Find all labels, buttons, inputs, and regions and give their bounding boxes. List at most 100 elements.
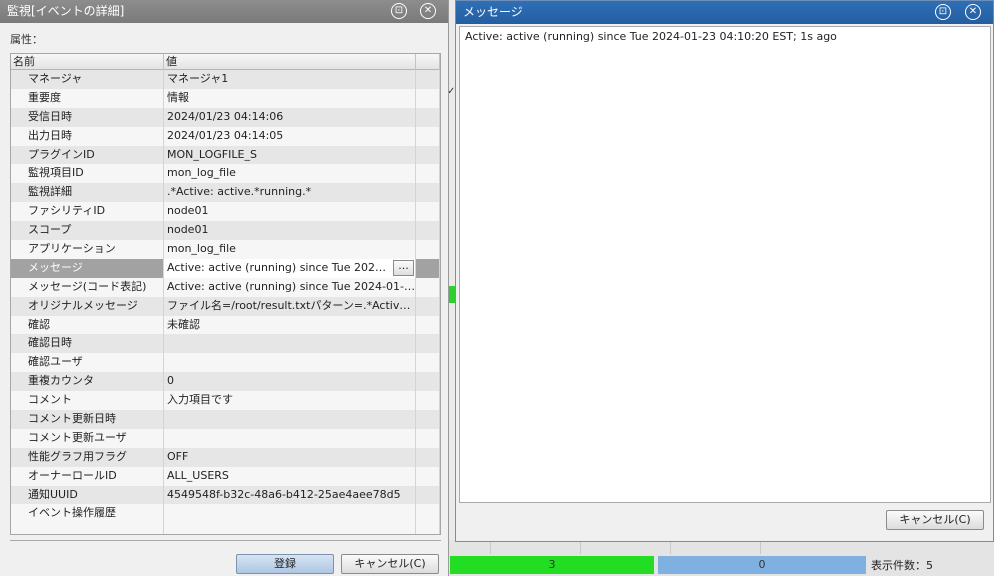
attribute-value-text: .*Active: active.*running.*: [167, 185, 312, 199]
attribute-value-text: mon_log_file: [167, 242, 236, 256]
filler-cell: [416, 372, 440, 392]
table-row[interactable]: 重複カウンタ 0: [11, 372, 440, 392]
attribute-name: コメント: [11, 391, 164, 411]
attribute-value: .*Active: active.*running.*: [164, 183, 416, 203]
filler-cell: [416, 258, 440, 278]
table-body: マネージャ マネージャ1 重要度 情報 受信日時 2024/01/23 04:14:06 出…: [11, 70, 440, 534]
attribute-value-text: MON_LOGFILE_S: [167, 147, 257, 161]
filler-cell: [416, 315, 440, 335]
open-message-button[interactable]: ...: [393, 259, 414, 276]
table-row[interactable]: 性能グラフ用フラグ OFF: [11, 447, 440, 467]
attribute-name: 通知UUID: [11, 485, 164, 505]
filler-cell: [416, 277, 440, 297]
message-title: メッセージ: [463, 5, 523, 19]
attribute-value-text: Active: active (running) since Tue 2024-…: [167, 260, 416, 274]
table-row[interactable]: 監視詳細 .*Active: active.*running.*: [11, 183, 440, 203]
maximize-icon[interactable]: ⊡: [391, 3, 407, 19]
close-icon[interactable]: ✕: [420, 3, 436, 19]
attribute-name: 監視項目ID: [11, 164, 164, 184]
table-row[interactable]: イベント操作履歴: [11, 504, 440, 534]
column-header-name[interactable]: 名前: [11, 54, 164, 70]
table-row[interactable]: オーナーロールID ALL_USERS: [11, 466, 440, 486]
table-row[interactable]: 受信日時 2024/01/23 04:14:06: [11, 107, 440, 127]
table-row[interactable]: マネージャ マネージャ1: [11, 70, 440, 89]
table-row[interactable]: コメント更新ユーザ: [11, 428, 440, 448]
attribute-value: mon_log_file: [164, 164, 416, 184]
column-header-value[interactable]: 値: [164, 54, 416, 70]
filler-cell: [416, 145, 440, 165]
attribute-value: OFF: [164, 447, 416, 467]
column-header-filler: [416, 54, 440, 70]
table-row[interactable]: プラグインID MON_LOGFILE_S: [11, 145, 440, 165]
attribute-name: 監視詳細: [11, 183, 164, 203]
table-row[interactable]: 確認 未確認: [11, 315, 440, 335]
attribute-value-text: Active: active (running) since Tue 2024-…: [167, 279, 416, 293]
register-button[interactable]: 登録: [236, 554, 334, 574]
attribute-name: 重複カウンタ: [11, 372, 164, 392]
message-cancel-button[interactable]: キャンセル(C): [886, 510, 984, 530]
attribute-value: Active: active (running) since Tue 2024-…: [164, 277, 416, 297]
attribute-value: mon_log_file: [164, 240, 416, 259]
table-row[interactable]: コメント 入力項目です: [11, 391, 440, 411]
table-row[interactable]: 重要度 情報: [11, 88, 440, 108]
attribute-value-text: ファイル名=/root/result.txtパターン=.*Active: act…: [167, 298, 415, 312]
attribute-value-text: ALL_USERS: [167, 468, 229, 482]
filler-cell: [416, 240, 440, 259]
attribute-value: [164, 410, 416, 429]
table-row[interactable]: メッセージ Active: active (running) since Tue …: [11, 258, 440, 278]
attribute-value: 0: [164, 372, 416, 392]
table-row[interactable]: ファシリティID node01: [11, 202, 440, 222]
status-bar-blue: 0: [658, 556, 866, 574]
attribute-name: 確認ユーザ: [11, 353, 164, 373]
attribute-value-text: mon_log_file: [167, 166, 236, 180]
message-text-area[interactable]: Active: active (running) since Tue 2024-…: [459, 26, 991, 503]
table-row[interactable]: 出力日時 2024/01/23 04:14:05: [11, 126, 440, 146]
table-row[interactable]: メッセージ(コード表記) Active: active (running) sin…: [11, 277, 440, 297]
background-divider: [670, 540, 671, 554]
cancel-button[interactable]: キャンセル(C): [341, 554, 439, 574]
attribute-name: メッセージ(コード表記): [11, 277, 164, 297]
attribute-name: コメント更新ユーザ: [11, 428, 164, 448]
filler-cell: [416, 164, 440, 184]
status-bar-green: 3: [450, 556, 654, 574]
attribute-value: 情報: [164, 88, 416, 108]
table-row[interactable]: 監視項目ID mon_log_file: [11, 164, 440, 184]
attribute-value: ファイル名=/root/result.txtパターン=.*Active: act…: [164, 296, 416, 316]
attribute-value-text: 情報: [167, 90, 189, 104]
attribute-name: メッセージ: [11, 258, 164, 278]
filler-cell: [416, 88, 440, 108]
attribute-value: [164, 504, 416, 534]
close-icon[interactable]: ✕: [965, 4, 981, 20]
table-row[interactable]: 確認日時: [11, 334, 440, 354]
attribute-value: Active: active (running) since Tue 2024-…: [164, 258, 416, 278]
attribute-name: 性能グラフ用フラグ: [11, 447, 164, 467]
message-titlebar: メッセージ ⊡ ✕: [456, 1, 993, 24]
attribute-value: 2024/01/23 04:14:06: [164, 107, 416, 127]
attribute-value: [164, 334, 416, 354]
attribute-value-text: マネージャ1: [167, 72, 229, 85]
attribute-name: 出力日時: [11, 126, 164, 146]
maximize-icon[interactable]: ⊡: [935, 4, 951, 20]
attribute-name: スコープ: [11, 221, 164, 241]
filler-cell: [416, 221, 440, 241]
table-row[interactable]: コメント更新日時: [11, 410, 440, 429]
event-detail-title: 監視[イベントの詳細]: [7, 4, 125, 18]
attribute-value-text: node01: [167, 204, 209, 218]
table-row[interactable]: オリジナルメッセージ ファイル名=/root/result.txtパターン=.*A…: [11, 296, 440, 316]
filler-cell: [416, 202, 440, 222]
filler-cell: [416, 70, 440, 89]
attribute-name: 確認: [11, 315, 164, 335]
background-divider: [490, 540, 491, 554]
attribute-value: マネージャ1: [164, 70, 416, 89]
attribute-name: コメント更新日時: [11, 410, 164, 429]
attribute-name: 確認日時: [11, 334, 164, 354]
table-row[interactable]: 確認ユーザ: [11, 353, 440, 373]
background-divider: [760, 540, 761, 554]
attribute-name: イベント操作履歴: [11, 504, 164, 534]
attribute-value: 未確認: [164, 315, 416, 335]
attribute-value: [164, 353, 416, 373]
attribute-value-text: 0: [167, 374, 174, 388]
table-row[interactable]: アプリケーション mon_log_file: [11, 240, 440, 259]
table-row[interactable]: 通知UUID 4549548f-b32c-48a6-b412-25ae4aee78…: [11, 485, 440, 505]
table-row[interactable]: スコープ node01: [11, 221, 440, 241]
